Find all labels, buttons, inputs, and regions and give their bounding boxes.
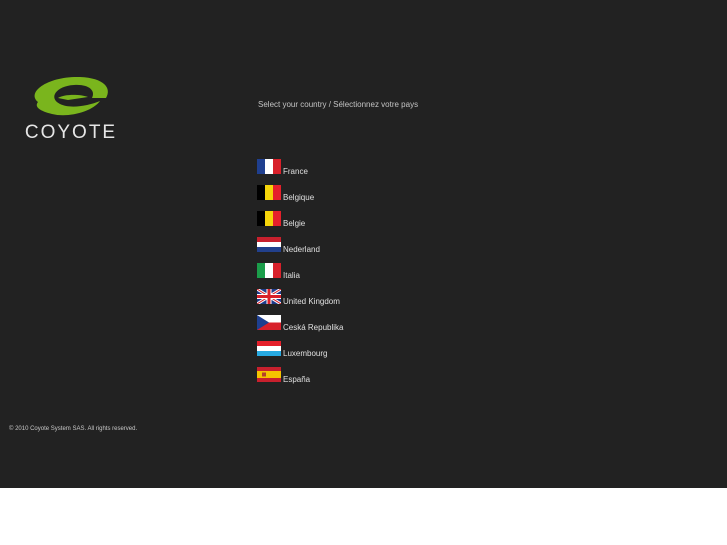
flag-netherlands-icon bbox=[257, 237, 281, 252]
flag-czech-icon bbox=[257, 315, 281, 330]
country-label: Italia bbox=[283, 271, 300, 280]
flag-italy-icon bbox=[257, 263, 281, 278]
country-select-prompt: Select your country / Sélectionnez votre… bbox=[258, 100, 419, 109]
coyote-logo-icon bbox=[34, 76, 108, 116]
flag-france-icon bbox=[257, 159, 281, 174]
country-label: Luxembourg bbox=[283, 349, 328, 358]
country-label: Nederland bbox=[283, 245, 320, 254]
main-panel: COYOTE Select your country / Sélectionne… bbox=[0, 0, 727, 488]
flag-belgium-icon bbox=[257, 211, 281, 226]
country-label: Belgie bbox=[283, 219, 306, 228]
flag-luxembourg-icon bbox=[257, 341, 281, 356]
country-label: Belgique bbox=[283, 193, 315, 202]
country-label: France bbox=[283, 167, 308, 176]
country-label: Ceská Republika bbox=[283, 323, 344, 332]
brand-name: COYOTE bbox=[24, 122, 118, 143]
coyote-logo[interactable]: COYOTE bbox=[8, 74, 132, 144]
flag-belgium-icon bbox=[257, 185, 281, 200]
country-label: España bbox=[283, 375, 311, 384]
country-label: United Kingdom bbox=[283, 297, 340, 306]
flag-uk-icon bbox=[257, 289, 281, 304]
copyright-notice: © 2010 Coyote System SAS. All rights res… bbox=[9, 426, 138, 432]
flag-spain-icon bbox=[257, 367, 281, 382]
